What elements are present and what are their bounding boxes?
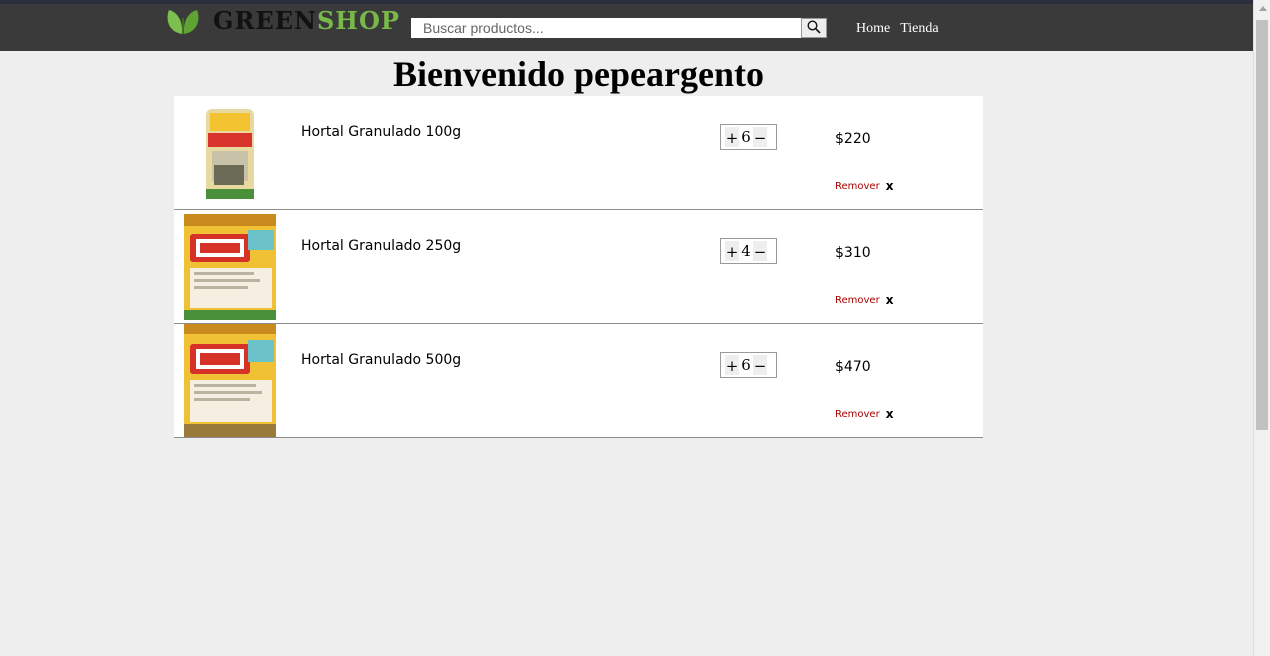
product-name[interactable]: Hortal Granulado 500g xyxy=(301,352,461,368)
cart-item: Hortal Granulado 100g + 6 − $220 Remover… xyxy=(174,96,983,210)
product-price: $310 xyxy=(835,245,871,261)
increase-quantity-button[interactable]: + xyxy=(725,241,739,261)
remove-control: Remover x xyxy=(835,407,893,421)
remove-item-link[interactable]: Remover xyxy=(835,409,880,420)
increase-quantity-button[interactable]: + xyxy=(725,355,739,375)
remove-item-x-button[interactable]: x xyxy=(886,407,894,421)
brand-name-part1: GREEN xyxy=(213,6,317,35)
product-image[interactable] xyxy=(174,96,286,209)
product-price: $220 xyxy=(835,131,871,147)
increase-quantity-button[interactable]: + xyxy=(725,127,739,147)
leaf-icon xyxy=(163,6,203,36)
quantity-value: 6 xyxy=(741,128,751,146)
page-scrollbar[interactable] xyxy=(1253,0,1270,656)
decrease-quantity-button[interactable]: − xyxy=(753,355,767,375)
remove-item-x-button[interactable]: x xyxy=(886,179,894,193)
cart-list: Hortal Granulado 100g + 6 − $220 Remover… xyxy=(174,96,983,438)
quantity-stepper: + 6 − xyxy=(720,352,777,378)
search-button[interactable] xyxy=(801,18,827,38)
scroll-up-arrow-icon[interactable] xyxy=(1259,6,1267,11)
remove-item-link[interactable]: Remover xyxy=(835,181,880,192)
remove-control: Remover x xyxy=(835,179,893,193)
product-price: $470 xyxy=(835,359,871,375)
search-input[interactable] xyxy=(411,18,801,38)
product-name[interactable]: Hortal Granulado 100g xyxy=(301,124,461,140)
brand-logo[interactable]: GREENSHOP xyxy=(163,4,400,38)
cart-item: Hortal Granulado 500g + 6 − $470 Remover… xyxy=(174,324,983,438)
page-title: Bienvenido pepeargento xyxy=(392,54,764,94)
scrollbar-thumb[interactable] xyxy=(1256,20,1268,430)
main-nav: Home Tienda xyxy=(856,21,939,37)
cart-item: Hortal Granulado 250g + 4 − $310 Remover… xyxy=(174,210,983,324)
product-image[interactable] xyxy=(174,324,286,437)
product-image[interactable] xyxy=(174,210,286,323)
nav-link-home[interactable]: Home xyxy=(856,21,890,37)
brand-name-part2: SHOP xyxy=(316,6,400,35)
quantity-stepper: + 4 − xyxy=(720,238,777,264)
search-icon xyxy=(807,19,821,38)
decrease-quantity-button[interactable]: − xyxy=(753,127,767,147)
remove-item-link[interactable]: Remover xyxy=(835,295,880,306)
decrease-quantity-button[interactable]: − xyxy=(753,241,767,261)
quantity-value: 4 xyxy=(741,242,751,260)
remove-control: Remover x xyxy=(835,293,893,307)
product-name[interactable]: Hortal Granulado 250g xyxy=(301,238,461,254)
quantity-stepper: + 6 − xyxy=(720,124,777,150)
quantity-value: 6 xyxy=(741,356,751,374)
remove-item-x-button[interactable]: x xyxy=(886,293,894,307)
top-navbar: GREENSHOP Home Tienda xyxy=(0,0,1253,51)
brand-name: GREENSHOP xyxy=(213,4,400,38)
nav-link-tienda[interactable]: Tienda xyxy=(900,21,938,37)
